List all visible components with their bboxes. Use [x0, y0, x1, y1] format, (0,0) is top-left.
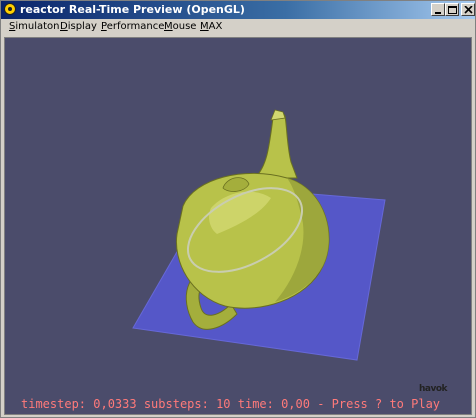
window-title: reactor Real-Time Preview (OpenGL) — [20, 3, 245, 16]
spout-tip — [270, 109, 286, 121]
menu-simulation-label: imulaton — [15, 21, 60, 32]
reactor-icon[interactable] — [4, 3, 16, 15]
preview-window: reactor Real-Time Preview (OpenGL) Simul… — [0, 0, 476, 418]
menu-simulation[interactable]: Simulaton — [9, 20, 60, 34]
menu-performance-label: erformance — [106, 21, 165, 32]
opengl-viewport[interactable]: timestep: 0,0333 substeps: 10 time: 0,00… — [4, 37, 472, 415]
menu-mouse-label: ouse — [172, 21, 197, 32]
menu-mouse[interactable]: Mouse — [164, 20, 196, 34]
maximize-button[interactable] — [445, 3, 459, 16]
menu-display-accel: D — [60, 21, 68, 32]
menu-mouse-accel: M — [164, 21, 173, 32]
title-bar[interactable]: reactor Real-Time Preview (OpenGL) — [1, 1, 475, 19]
teapot-spout — [253, 111, 298, 179]
simulation-status: timestep: 0,0333 substeps: 10 time: 0,00… — [21, 397, 441, 411]
menu-bar: Simulaton Display Performance Mouse MAX — [1, 19, 475, 36]
scene-render[interactable] — [5, 38, 471, 414]
menu-display-label: isplay — [67, 21, 97, 32]
maximize-icon — [448, 6, 457, 14]
menu-max[interactable]: MAX — [200, 20, 222, 34]
menu-max-accel: M — [200, 21, 209, 32]
close-button[interactable] — [461, 3, 475, 16]
minimize-button[interactable] — [431, 3, 445, 16]
havok-logo: havok — [419, 384, 448, 394]
minimize-icon — [435, 12, 441, 14]
menu-max-label: AX — [208, 21, 223, 32]
close-icon — [464, 6, 473, 14]
menu-display[interactable]: Display — [60, 20, 97, 34]
menu-performance[interactable]: Performance — [101, 20, 164, 34]
